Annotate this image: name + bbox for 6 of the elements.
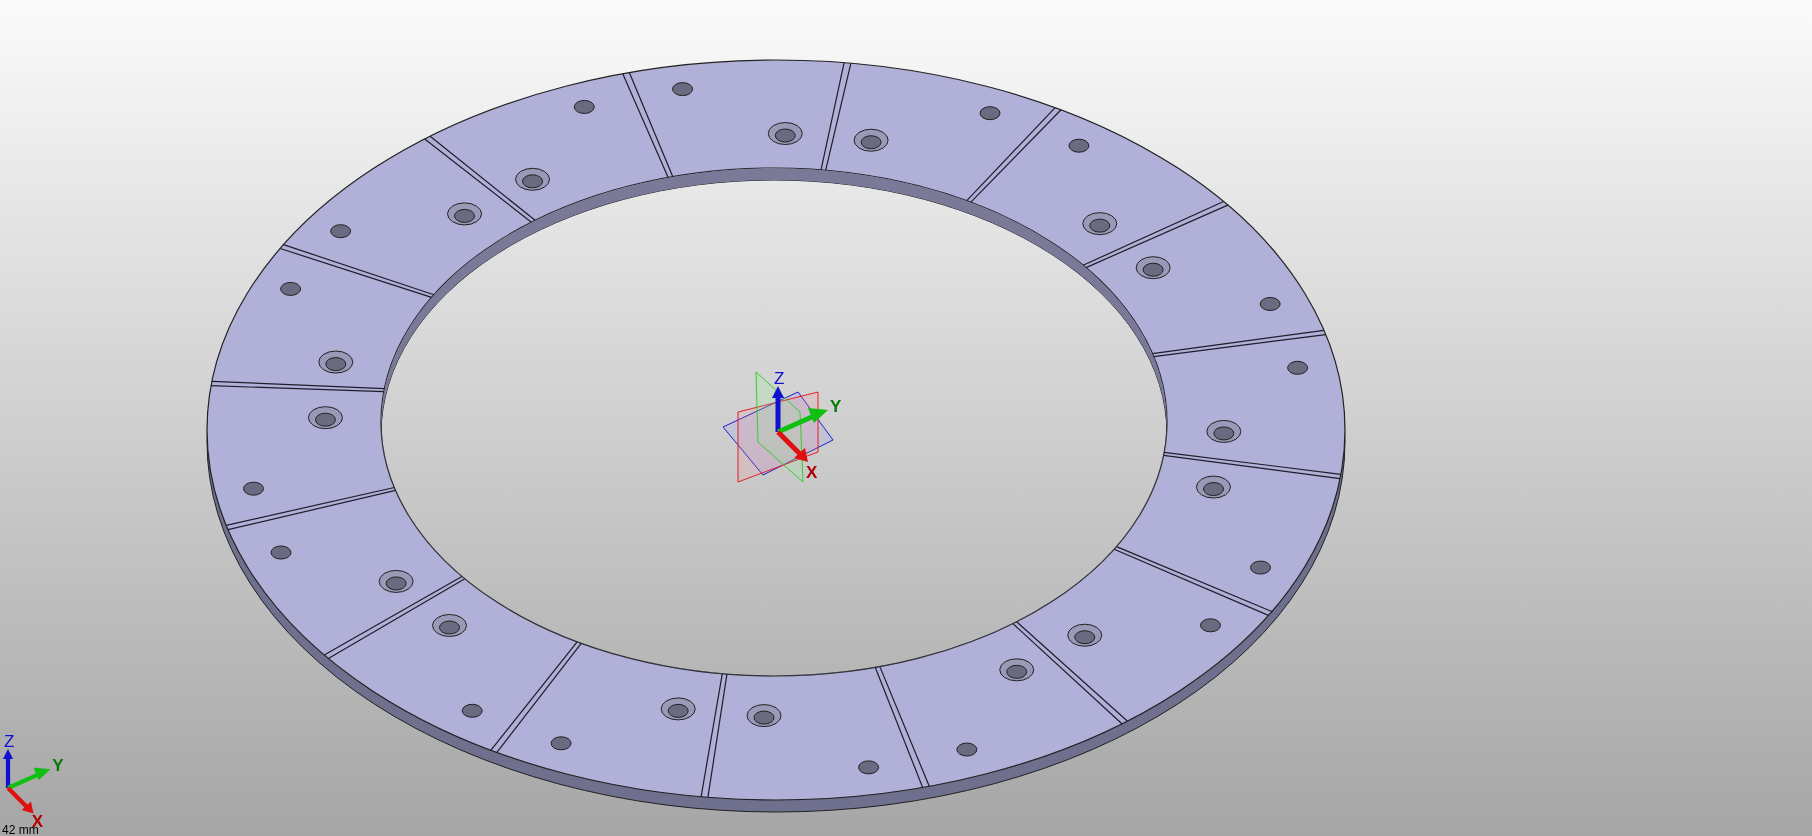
axis-label: X bbox=[806, 463, 818, 482]
axis-label: Y bbox=[830, 397, 842, 416]
axis-triad-icon bbox=[2, 748, 51, 814]
axis-label: Z bbox=[774, 369, 785, 388]
axis-label: Y bbox=[52, 756, 64, 775]
axis-label: Z bbox=[4, 732, 15, 752]
